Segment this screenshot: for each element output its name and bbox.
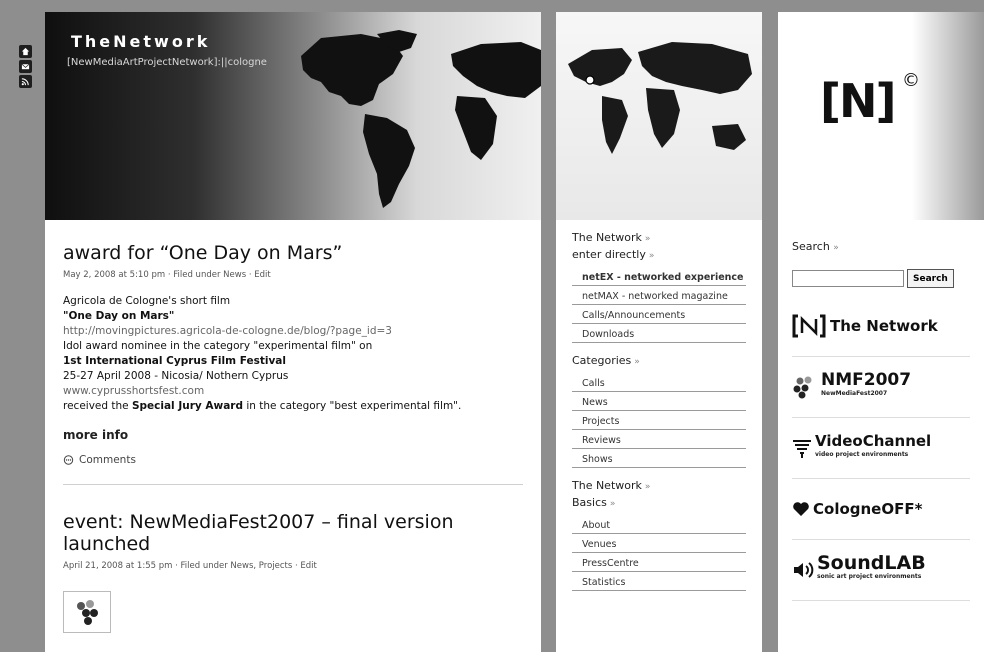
post-link-blog[interactable]: http://movingpictures.agricola-de-cologn… xyxy=(63,324,523,339)
post-line-festival: 1st International Cyprus Film Festival xyxy=(63,355,286,367)
nav-item-netex[interactable]: netEX - networked experience xyxy=(572,267,746,286)
categories-list: Calls News Projects Reviews Shows xyxy=(572,373,746,468)
comment-icon xyxy=(63,454,74,465)
basics-presscentre[interactable]: PressCentre xyxy=(572,553,746,572)
basics-about[interactable]: About xyxy=(572,515,746,534)
logo-header: [N] © xyxy=(778,12,984,220)
left-icon-strip xyxy=(19,45,33,90)
arrow-icon: » xyxy=(609,499,616,509)
category-projects[interactable]: Projects xyxy=(572,411,746,430)
arrow-icon: » xyxy=(648,251,655,261)
arrow-icon: » xyxy=(634,357,640,367)
nmf-logo-icon xyxy=(77,600,98,625)
basics-venues[interactable]: Venues xyxy=(572,534,746,553)
search-label: Search xyxy=(792,240,830,253)
award-name: Special Jury Award xyxy=(131,400,243,412)
basics-title-line2: Basics xyxy=(572,496,607,509)
banner-title: SoundLAB xyxy=(817,552,926,574)
arrow-icon: » xyxy=(644,482,651,492)
enter-title-line1: The Network xyxy=(572,231,642,244)
banner-title: The Network xyxy=(830,317,938,335)
basics-statistics[interactable]: Statistics xyxy=(572,572,746,591)
right-sidebar: [N] © Search » Search The Network NMF200… xyxy=(778,12,984,652)
heart-icon xyxy=(793,502,809,516)
banner-nmf2007[interactable]: NMF2007 NewMediaFest2007 xyxy=(792,357,970,418)
category-news[interactable]: News xyxy=(572,392,746,411)
rss-icon[interactable] xyxy=(19,75,32,88)
search-heading: Search » xyxy=(792,240,984,253)
banner-title: CologneOFF* xyxy=(813,500,923,518)
network-logo[interactable]: [N] xyxy=(820,74,897,128)
banner-videochannel[interactable]: VideoChannel video project environments xyxy=(792,418,970,479)
post-title[interactable]: award for “One Day on Mars” xyxy=(63,242,523,264)
nmf-dots-icon xyxy=(793,376,812,399)
comments-label: Comments xyxy=(79,454,136,466)
banner-subtitle: sonic art project environments xyxy=(817,573,922,580)
search-input[interactable] xyxy=(792,270,904,287)
banner-soundlab[interactable]: SoundLAB sonic art project environments xyxy=(792,540,970,601)
search-button[interactable]: Search xyxy=(907,269,954,288)
award-suffix: in the category "best experimental film"… xyxy=(242,400,462,412)
post-list: award for “One Day on Mars” May 2, 2008 … xyxy=(45,220,541,633)
award-prefix: received the xyxy=(63,400,132,412)
banner-list: The Network NMF2007 NewMediaFest2007 Vid… xyxy=(778,296,984,601)
category-reviews[interactable]: Reviews xyxy=(572,430,746,449)
nav-item-downloads[interactable]: Downloads xyxy=(572,324,746,343)
nav-item-calls-announcements[interactable]: Calls/Announcements xyxy=(572,305,746,324)
comments-link[interactable]: Comments xyxy=(63,454,523,466)
post-body: Agricola de Cologne's short film "One Da… xyxy=(63,294,523,414)
middle-sidebar: The Network» enter directly» netEX - net… xyxy=(556,12,762,652)
enter-directly-heading: The Network» enter directly» xyxy=(572,230,746,264)
post-link-festival[interactable]: www.cyprusshortsfest.com xyxy=(63,384,523,399)
site-subtitle: [NewMediaArtProjectNetwork]:||cologne xyxy=(67,57,267,68)
nav-item-netmax[interactable]: netMAX - networked magazine xyxy=(572,286,746,305)
enter-title-line2: enter directly xyxy=(572,248,646,261)
arrow-icon: » xyxy=(833,243,839,253)
arrow-icon: » xyxy=(644,234,651,244)
home-icon[interactable] xyxy=(19,45,32,58)
site-title[interactable]: TheNetwork xyxy=(71,32,210,51)
banner-title: NMF2007 xyxy=(821,370,912,390)
more-info-link[interactable]: more info xyxy=(63,428,523,442)
basics-heading: The Network» Basics» xyxy=(572,478,746,512)
post-line: 25-27 April 2008 - Nicosia/ Nothern Cypr… xyxy=(63,370,289,382)
world-map-image xyxy=(301,30,541,208)
banner-title: VideoChannel xyxy=(815,432,932,450)
post-title-2[interactable]: event: NewMediaFest2007 – final version … xyxy=(63,511,523,555)
post-divider xyxy=(63,484,523,485)
category-shows[interactable]: Shows xyxy=(572,449,746,468)
basics-title-line1: The Network xyxy=(572,479,642,492)
copyright-mark: © xyxy=(902,70,920,91)
post-line: Idol award nominee in the category "expe… xyxy=(63,340,373,352)
mail-icon[interactable] xyxy=(19,60,32,73)
search-form: Search xyxy=(792,269,984,288)
categories-heading: Categories» xyxy=(572,353,746,370)
world-map-small xyxy=(568,42,752,154)
categories-title: Categories xyxy=(572,354,632,367)
sidebar-nav: The Network» enter directly» netEX - net… xyxy=(556,230,762,591)
post-meta: May 2, 2008 at 5:10 pm · Filed under New… xyxy=(63,270,271,280)
category-calls[interactable]: Calls xyxy=(572,373,746,392)
post-meta-2: April 21, 2008 at 1:55 pm · Filed under … xyxy=(63,561,317,571)
network-bracket-icon xyxy=(792,314,826,338)
main-column: TheNetwork [NewMediaArtProjectNetwork]:|… xyxy=(45,12,541,652)
banner-cologneoff[interactable]: CologneOFF* xyxy=(792,479,970,540)
post-line-award: received the Special Jury Award in the c… xyxy=(63,399,523,414)
post-thumbnail[interactable] xyxy=(63,591,111,633)
post-line-film-title: "One Day on Mars" xyxy=(63,310,175,322)
banner-the-network[interactable]: The Network xyxy=(792,296,970,357)
speaker-icon xyxy=(794,562,814,578)
enter-directly-list: netEX - networked experience netMAX - ne… xyxy=(572,267,746,343)
post-line: Agricola de Cologne's short film xyxy=(63,295,231,307)
header-banner: TheNetwork [NewMediaArtProjectNetwork]:|… xyxy=(45,12,541,220)
basics-list: About Venues PressCentre Statistics xyxy=(572,515,746,591)
signal-funnel-icon xyxy=(793,440,811,458)
sidebar-map-header xyxy=(556,12,762,220)
